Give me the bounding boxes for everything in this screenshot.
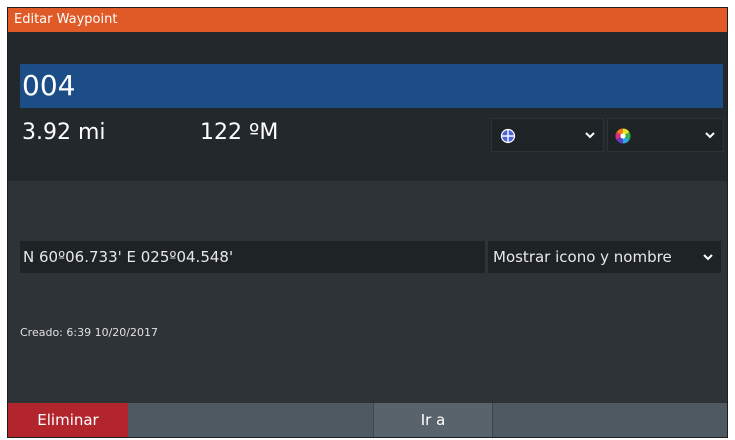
waypoint-symbol-icon	[500, 128, 516, 144]
display-option-select[interactable]: Mostrar icono y nombre	[488, 241, 721, 273]
distance-value: 3.92 mi	[22, 120, 106, 145]
action-bar: Eliminar Ir a	[8, 403, 727, 437]
created-timestamp: Creado: 6:39 10/20/2017	[20, 326, 158, 339]
bearing-value: 122 ºM	[200, 120, 279, 145]
goto-button[interactable]: Ir a	[373, 403, 493, 437]
symbol-select[interactable]	[491, 118, 604, 152]
details-panel	[8, 181, 727, 403]
color-wheel-icon	[615, 128, 631, 144]
dialog-title: Editar Waypoint	[8, 8, 727, 32]
coordinates-field[interactable]: N 60º06.733' E 025º04.548'	[20, 241, 485, 273]
display-option-label: Mostrar icono y nombre	[493, 248, 672, 266]
chevron-down-icon	[585, 132, 595, 139]
chevron-down-icon	[705, 132, 715, 139]
delete-button[interactable]: Eliminar	[8, 403, 128, 437]
color-select[interactable]	[607, 118, 724, 152]
waypoint-name-field[interactable]: 004	[20, 64, 723, 108]
chevron-down-icon	[703, 254, 713, 261]
edit-waypoint-dialog: Editar Waypoint 004 3.92 mi 122 ºM N 60º…	[7, 7, 728, 438]
